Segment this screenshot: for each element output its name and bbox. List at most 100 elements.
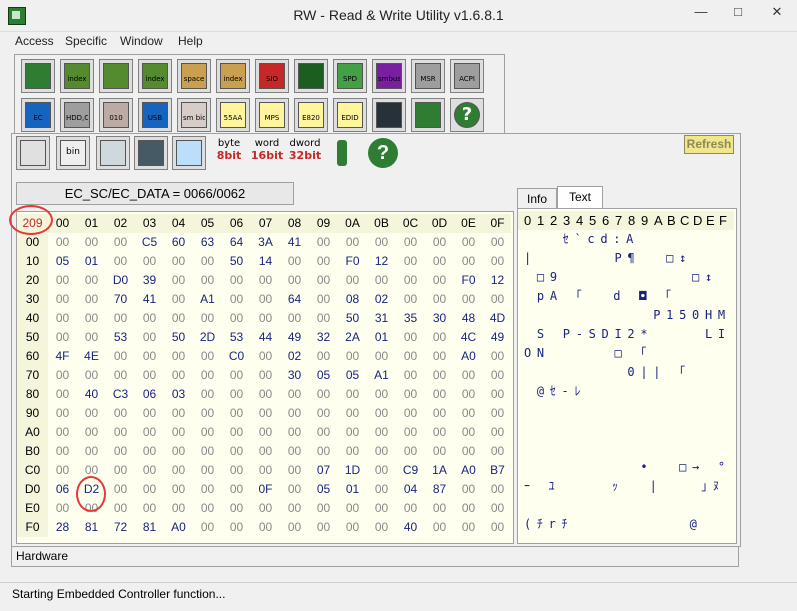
hex-cell[interactable]: 81: [135, 518, 164, 537]
hex-cell[interactable]: 00: [135, 252, 164, 271]
hex-cell[interactable]: 00: [222, 366, 251, 385]
hex-cell[interactable]: 00: [77, 309, 106, 328]
hex-cell[interactable]: 00: [251, 518, 280, 537]
hex-cell[interactable]: 08: [338, 290, 367, 309]
hex-cell[interactable]: 00: [222, 271, 251, 290]
hex-cell[interactable]: 00: [193, 442, 222, 461]
memory-button[interactable]: [99, 59, 133, 93]
hex-cell[interactable]: 00: [396, 442, 425, 461]
hex-cell[interactable]: 00: [309, 442, 338, 461]
hex-cell[interactable]: 02: [280, 347, 309, 366]
hex-cell[interactable]: 00: [193, 309, 222, 328]
hex-cell[interactable]: 00: [425, 385, 454, 404]
hex-cell[interactable]: 04: [396, 480, 425, 499]
hex-cell[interactable]: 00: [193, 423, 222, 442]
copy-button[interactable]: [96, 136, 130, 170]
hex-cell[interactable]: 2A: [338, 328, 367, 347]
hex-cell[interactable]: 00: [48, 499, 77, 518]
hex-cell[interactable]: 00: [454, 518, 483, 537]
hex-cell[interactable]: 00: [193, 499, 222, 518]
hex-cell[interactable]: 00: [48, 271, 77, 290]
hex-cell[interactable]: 49: [280, 328, 309, 347]
mps-button[interactable]: MPS: [255, 98, 289, 132]
hex-cell[interactable]: 00: [454, 233, 483, 252]
hex-cell[interactable]: 14: [251, 252, 280, 271]
memory-55aa-button[interactable]: 55AA: [216, 98, 250, 132]
edid-button[interactable]: EDID: [333, 98, 367, 132]
hex-cell[interactable]: 00: [454, 290, 483, 309]
hex-cell[interactable]: 00: [222, 290, 251, 309]
hex-cell[interactable]: 00: [367, 233, 396, 252]
hex-cell[interactable]: 00: [106, 347, 135, 366]
io-index-button[interactable]: index: [216, 59, 250, 93]
hex-cell[interactable]: 00: [338, 423, 367, 442]
hex-cell[interactable]: 00: [164, 290, 193, 309]
hex-cell[interactable]: 00: [309, 404, 338, 423]
hex-cell[interactable]: 00: [309, 271, 338, 290]
hex-cell[interactable]: 00: [280, 271, 309, 290]
menu-access[interactable]: Access: [15, 34, 54, 48]
hex-cell[interactable]: 00: [251, 442, 280, 461]
hex-cell[interactable]: 44: [251, 328, 280, 347]
hex-cell[interactable]: 00: [251, 423, 280, 442]
e820-button[interactable]: E820: [294, 98, 328, 132]
hex-cell[interactable]: 00: [48, 366, 77, 385]
pci-card-button[interactable]: [21, 59, 55, 93]
hex-cell[interactable]: 00: [193, 366, 222, 385]
close-button[interactable]: ✕: [760, 1, 794, 23]
hex-cell[interactable]: F0: [338, 252, 367, 271]
hex-cell[interactable]: 50: [222, 252, 251, 271]
hex-cell[interactable]: 00: [396, 499, 425, 518]
bin-file-button[interactable]: bin: [56, 136, 90, 170]
hex-cell[interactable]: 00: [309, 309, 338, 328]
hex-cell[interactable]: 50: [164, 328, 193, 347]
hex-cell[interactable]: 05: [309, 480, 338, 499]
hex-cell[interactable]: 00: [338, 404, 367, 423]
hex-cell[interactable]: 00: [367, 385, 396, 404]
hex-cell[interactable]: 00: [48, 404, 77, 423]
hex-cell[interactable]: 12: [483, 271, 512, 290]
hex-cell[interactable]: 48: [454, 309, 483, 328]
hex-cell[interactable]: 00: [222, 518, 251, 537]
hex-cell[interactable]: 00: [280, 385, 309, 404]
hex-cell[interactable]: 00: [483, 347, 512, 366]
hex-cell[interactable]: 00: [77, 233, 106, 252]
hex-cell[interactable]: 00: [251, 499, 280, 518]
help-button[interactable]: ?: [366, 136, 400, 170]
hex-cell[interactable]: 00: [135, 347, 164, 366]
hex-cell[interactable]: 00: [280, 442, 309, 461]
hex-cell[interactable]: 00: [280, 461, 309, 480]
hex-cell[interactable]: 00: [251, 385, 280, 404]
hex-cell[interactable]: 00: [135, 461, 164, 480]
hex-cell[interactable]: 06: [135, 385, 164, 404]
hex-cell[interactable]: 00: [367, 499, 396, 518]
byte-mode-button[interactable]: byte 8bit: [211, 138, 247, 168]
tab-info[interactable]: Info: [517, 188, 557, 209]
command-button[interactable]: [372, 98, 406, 132]
hex-cell[interactable]: 00: [483, 442, 512, 461]
hex-cell[interactable]: 00: [106, 423, 135, 442]
hex-cell[interactable]: 0F: [251, 480, 280, 499]
hex-cell[interactable]: 30: [425, 309, 454, 328]
hex-cell[interactable]: A0: [164, 518, 193, 537]
hex-cell[interactable]: 00: [280, 404, 309, 423]
hex-cell[interactable]: 4D: [483, 309, 512, 328]
hex-cell[interactable]: 00: [425, 290, 454, 309]
msr-button[interactable]: MSR: [411, 59, 445, 93]
hex-cell[interactable]: 00: [425, 233, 454, 252]
hex-cell[interactable]: 05: [309, 366, 338, 385]
hex-cell[interactable]: 00: [222, 499, 251, 518]
hex-cell[interactable]: 00: [164, 442, 193, 461]
hex-cell[interactable]: 02: [367, 290, 396, 309]
hex-cell[interactable]: 00: [251, 404, 280, 423]
tab-text[interactable]: Text: [557, 186, 603, 209]
hex-cell[interactable]: 00: [48, 385, 77, 404]
hex-cell[interactable]: 00: [193, 347, 222, 366]
hex-cell[interactable]: 00: [338, 385, 367, 404]
hex-cell[interactable]: 00: [135, 480, 164, 499]
memory-index-button[interactable]: index: [138, 59, 172, 93]
hex-cell[interactable]: 00: [454, 404, 483, 423]
minimize-button[interactable]: —: [686, 1, 716, 23]
hex-cell[interactable]: 00: [483, 252, 512, 271]
hex-cell[interactable]: 00: [425, 366, 454, 385]
